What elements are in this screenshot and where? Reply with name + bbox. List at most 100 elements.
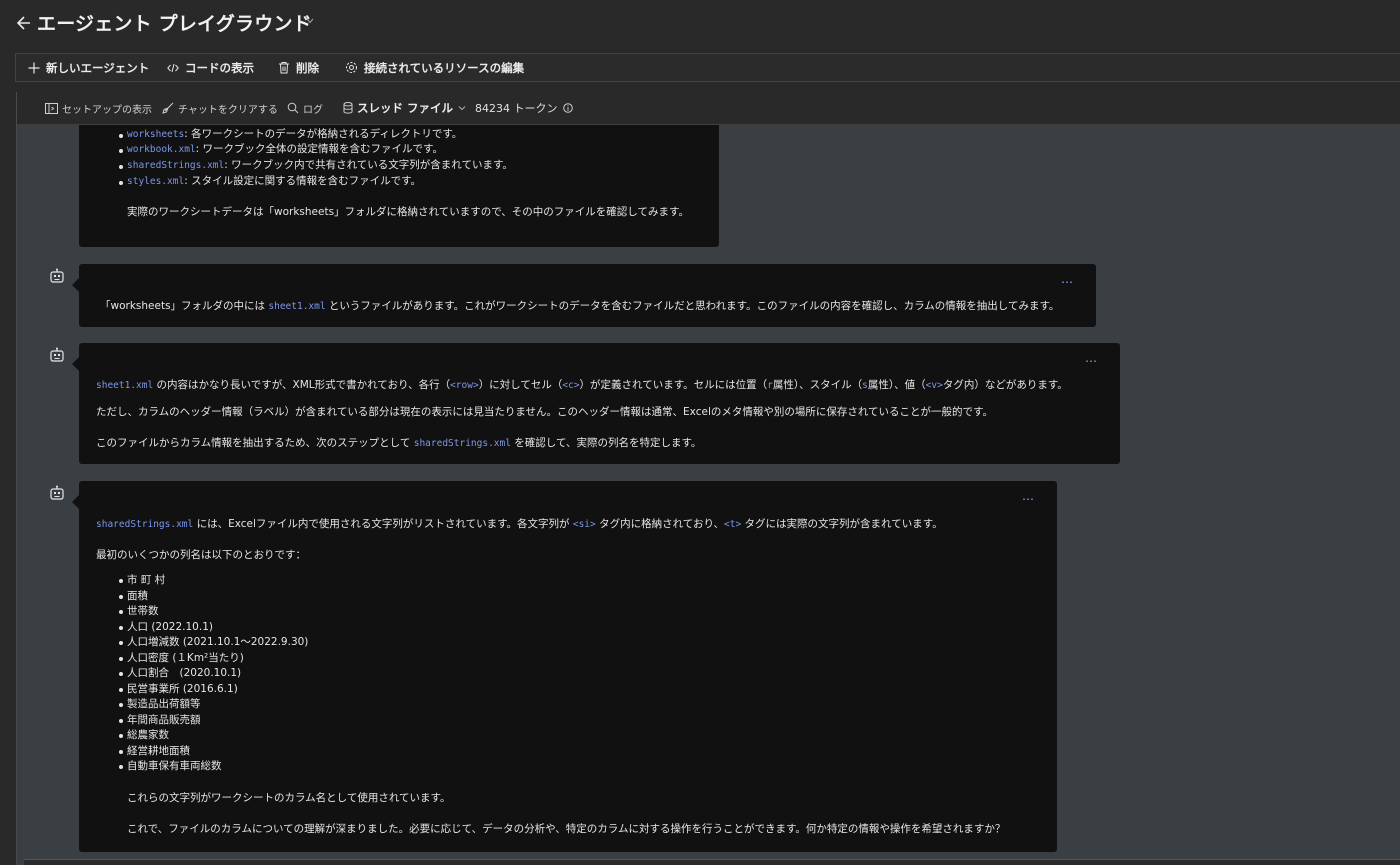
list-bullet <box>119 595 123 599</box>
delete-label: 削除 <box>296 60 319 75</box>
list-bullet <box>119 688 123 692</box>
bubble-tail <box>72 495 79 509</box>
text: を確認して、実際の列名を特定します。 <box>510 437 702 449</box>
text: 属性）、スタイル（ <box>772 379 863 391</box>
column-item: 自動車保有車両総数 <box>127 760 222 772</box>
edit-resources-label: 接続されているリソースの編集 <box>364 60 525 75</box>
message-paragraph: 「worksheets」フォルダの中には sheet1.xml というファイルが… <box>100 298 1059 313</box>
column-item: 人口増減数 (2021.10.1～2022.9.30) <box>127 636 309 648</box>
bot-icon <box>50 485 64 500</box>
code-span: <si> <box>572 519 596 530</box>
message-paragraph: ただし、カラムのヘッダー情報（ラベル）が含まれている部分は現在の表示には見当たり… <box>96 406 993 418</box>
log-button[interactable]: ログ <box>287 92 323 124</box>
text: には、Excelファイル内で使用される文字列がリストされています。各文字列が <box>193 518 573 530</box>
code-span: sheet1.xml <box>268 301 326 312</box>
message-paragraph: これで、ファイルのカラムについての理解が深まりました。必要に応じて、データの分析… <box>127 823 1006 835</box>
message-bubble: … sheet1.xml の内容はかなり長いですが、XML形式で書かれており、各… <box>72 343 1120 464</box>
code-span: sharedStrings.xml <box>413 438 511 449</box>
message-paragraph: これらの文字列がワークシートのカラム名として使用されています。 <box>127 792 451 804</box>
list-bullet <box>119 657 123 661</box>
text: タグ内に格納されており、 <box>595 518 725 530</box>
text: の内容はかなり長いですが、XML形式で書かれており、各行（ <box>153 379 451 391</box>
show-setup-label: セットアップの表示 <box>62 104 152 116</box>
message-paragraph: 実際のワークシートデータは「worksheets」フォルダに格納されていますので… <box>127 206 689 218</box>
more-options-button[interactable]: … <box>1022 489 1035 503</box>
list-item: styles.xml: スタイル設定に関する情報を含むファイルです。 <box>127 173 421 188</box>
page-title: エージェント プレイグラウンド <box>37 13 312 35</box>
back-arrow-icon[interactable] <box>16 14 32 32</box>
clear-chat-button[interactable]: チャットをクリアする <box>162 92 278 124</box>
list-item-text: : ワークブック内で共有されている文字列が含まれています。 <box>224 159 513 171</box>
code-span: <row> <box>450 380 479 391</box>
new-agent-button[interactable]: 新しいエージェント <box>28 54 149 81</box>
chat-panel: セットアップの表示 チャットをクリアする ログ スレッド ファイル 84234 … <box>16 92 1400 865</box>
list-bullet <box>119 719 123 723</box>
column-item: 経営耕地面積 <box>127 745 190 757</box>
list-item-text: : ワークブック全体の設定情報を含むファイルです。 <box>195 143 443 155</box>
list-bullet <box>119 165 123 169</box>
list-bullet <box>119 134 123 138</box>
more-options-button[interactable]: … <box>1085 351 1098 365</box>
message-paragraph: このファイルからカラム情報を抽出するため、次のステップとして sharedStr… <box>96 435 701 450</box>
setup-panel-icon <box>45 102 58 114</box>
message-bubble: worksheets: 各ワークシートのデータが格納されるディレクトリです。 w… <box>79 125 719 247</box>
message-paragraph: 最初のいくつかの列名は以下のとおりです： <box>96 549 306 561</box>
column-item: 人口密度 (１Km²当たり) <box>127 652 244 664</box>
column-item: 面積 <box>127 590 148 602</box>
code-span: <t> <box>724 519 742 530</box>
list-bullet <box>119 750 123 754</box>
edit-resources-button[interactable]: 接続されているリソースの編集 <box>345 54 524 81</box>
delete-button[interactable]: 削除 <box>278 54 319 81</box>
bubble-tail <box>72 357 79 371</box>
text: このファイルからカラム情報を抽出するため、次のステップとして <box>96 437 414 449</box>
text: 属性）、値（ <box>867 379 926 391</box>
list-bullet <box>119 149 123 153</box>
code-span: styles.xml <box>127 176 185 187</box>
list-bullet <box>119 579 123 583</box>
token-count-label: 84234 トークン <box>475 102 558 115</box>
list-bullet <box>119 641 123 645</box>
title-bar: エージェント プレイグラウンド <box>0 0 1400 48</box>
chat-input-edge[interactable] <box>24 859 1400 865</box>
trash-icon <box>279 62 289 74</box>
chat-toolbar: セットアップの表示 チャットをクリアする ログ スレッド ファイル 84234 … <box>17 92 1400 125</box>
code-span: sharedStrings.xml <box>127 160 225 171</box>
list-bullet <box>119 765 123 769</box>
more-options-button[interactable]: … <box>1061 272 1074 286</box>
show-setup-button[interactable]: セットアップの表示 <box>45 92 152 124</box>
info-icon[interactable] <box>562 103 573 113</box>
thread-files-dropdown[interactable]: スレッド ファイル <box>343 92 470 124</box>
column-item: 民営事業所 (2016.6.1) <box>127 683 238 695</box>
bot-icon <box>50 268 64 283</box>
column-item: 総農家数 <box>127 729 169 741</box>
code-span: sheet1.xml <box>96 380 154 391</box>
message-paragraph: sharedStrings.xml には、Excelファイル内で使用される文字列… <box>96 516 943 531</box>
code-span: <c> <box>562 380 580 391</box>
list-bullet <box>119 672 123 676</box>
list-bullet <box>119 181 123 185</box>
gear-icon <box>346 62 357 73</box>
list-bullet <box>119 610 123 614</box>
broom-icon <box>162 102 174 114</box>
view-code-label: コードの表示 <box>185 60 254 75</box>
code-icon <box>167 63 179 72</box>
main-toolbar: 新しいエージェント コードの表示 削除 接続されているリソースの編集 <box>15 53 1400 82</box>
chat-messages: worksheets: 各ワークシートのデータが格納されるディレクトリです。 w… <box>17 125 1400 865</box>
list-item: sharedStrings.xml: ワークブック内で共有されている文字列が含ま… <box>127 157 513 172</box>
message-paragraph: sheet1.xml の内容はかなり長いですが、XML形式で書かれており、各行（… <box>96 377 1068 392</box>
token-count: 84234 トークン <box>475 92 577 124</box>
list-item: workbook.xml: ワークブック全体の設定情報を含むファイルです。 <box>127 141 443 156</box>
list-bullet <box>119 703 123 707</box>
text: 「worksheets」フォルダの中には <box>100 300 269 312</box>
code-span: <v> <box>925 380 943 391</box>
chevron-down-icon[interactable] <box>306 18 314 24</box>
column-item: 製造品出荷額等 <box>127 698 201 710</box>
list-bullet <box>119 734 123 738</box>
plus-icon <box>28 62 40 73</box>
search-icon <box>287 102 299 114</box>
new-agent-label: 新しいエージェント <box>46 60 150 75</box>
list-item-text: : スタイル設定に関する情報を含むファイルです。 <box>184 175 422 187</box>
message-bubble: … sharedStrings.xml には、Excelファイル内で使用される文… <box>72 481 1057 852</box>
list-item: worksheets: 各ワークシートのデータが格納されるディレクトリです。 <box>127 126 462 141</box>
view-code-button[interactable]: コードの表示 <box>167 54 254 81</box>
